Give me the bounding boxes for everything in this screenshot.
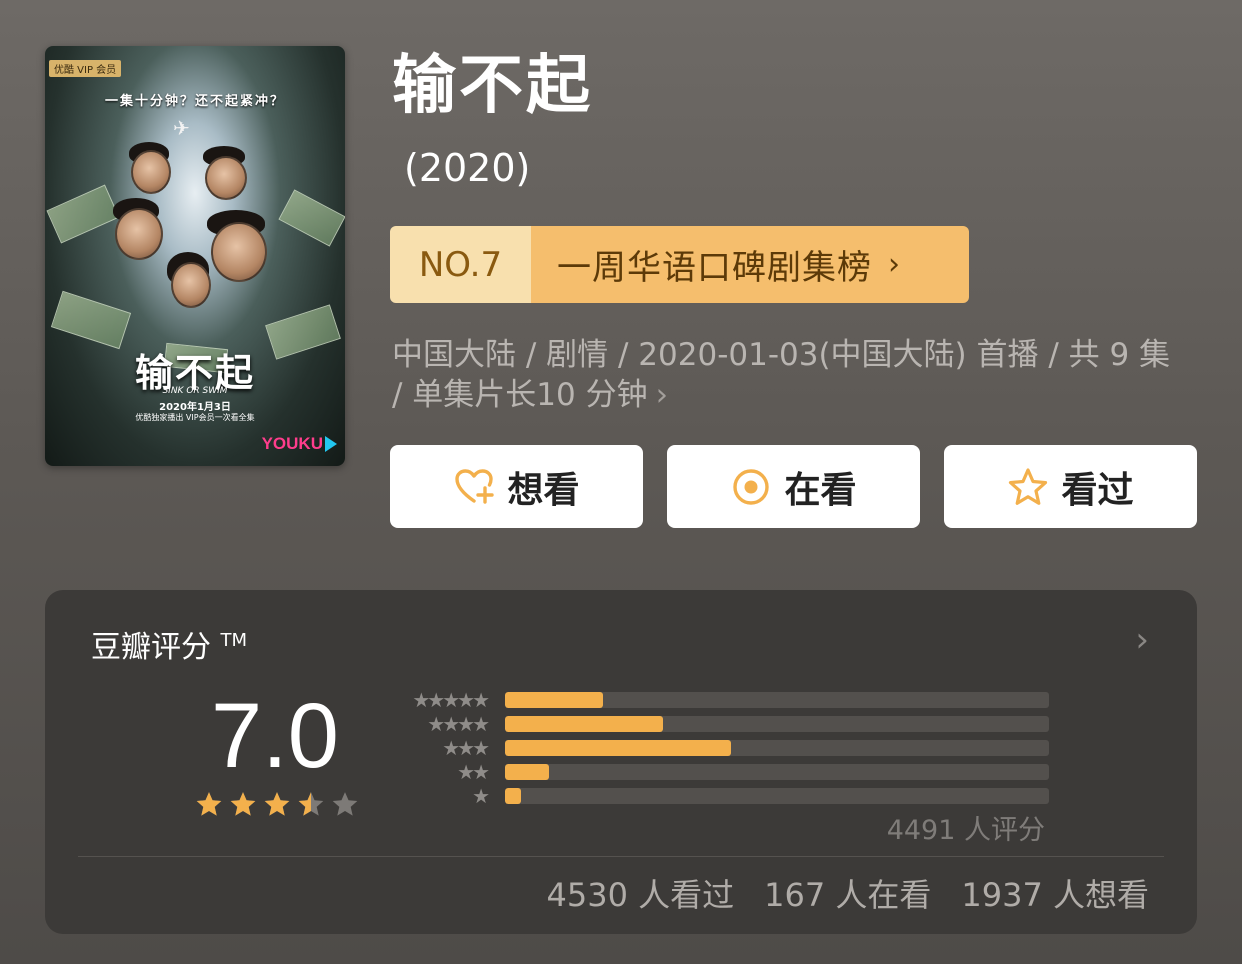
watched-label: 看过 [1061,469,1134,511]
divider [78,856,1164,857]
rating-bar-track [505,764,1049,780]
watching-button[interactable]: 在看 [667,445,920,528]
two-star-icon: ★★ [457,760,490,784]
meta-info[interactable]: 中国大陆 / 剧情 / 2020-01-03(中国大陆) 首播 / 共 9 集 … [392,335,1182,415]
watched-count[interactable]: 4530 人看过 [546,870,734,916]
star-outline-icon [1007,466,1049,508]
watched-button[interactable]: 看过 [944,445,1197,528]
douban-rating-card[interactable]: 豆瓣评分 TM › 7.0 ★★★★★ ★★★★ ★★★ ★★ ★ 4491 人… [45,590,1197,934]
want-to-watch-label: 想看 [507,469,580,511]
page-title: 输不起 [392,49,593,123]
trademark-mark: TM [220,630,248,651]
money-decoration [50,290,132,350]
youku-logo: YOUKU [261,434,323,453]
four-star-icon: ★★★★ [427,712,490,736]
chevron-right-icon: › [888,247,901,282]
watching-label: 在看 [784,469,857,511]
rating-bar-fill [505,740,731,756]
wish-count[interactable]: 1937 人想看 [961,870,1149,916]
rating-bar-track [505,692,1049,708]
poster-subtitle-art: SINK OR SWIM [162,386,228,396]
rating-count: 4491 人评分 [886,815,1045,846]
rating-bar-fill [505,716,663,732]
release-year: (2020) [404,146,531,190]
character-face [211,222,267,282]
youku-arrow-icon [325,436,337,452]
star-filled-icon [196,792,222,816]
rating-distribution: ★★★★★ ★★★★ ★★★ ★★ ★ [383,688,1049,808]
score-stars [194,790,360,820]
want-to-watch-button[interactable]: 想看 [390,445,643,528]
rank-label: 一周华语口碑剧集榜 [557,248,872,288]
plane-icon: ✈ [173,116,190,140]
rating-bar-fill [505,788,522,804]
five-star-icon: ★★★★★ [412,688,490,712]
heart-plus-icon [453,466,495,508]
rating-title: 豆瓣评分 TM [91,622,247,666]
rating-bar-fill [505,764,549,780]
rating-bar-track [505,788,1049,804]
chevron-right-icon: › [655,377,669,413]
rating-bar-row-3: ★★★ [383,736,1049,760]
poster-date: 2020年1月3日 [159,402,231,413]
character-face [131,150,171,194]
action-buttons: 想看 在看 看过 [390,445,1197,528]
character-face [171,262,211,308]
character-face [205,156,247,200]
rating-bar-track [505,716,1049,732]
target-circle-icon [730,466,772,508]
rating-bar-track [505,740,1049,756]
star-filled-icon [230,792,256,816]
chevron-right-icon[interactable]: › [1135,620,1149,660]
rating-bar-row-5: ★★★★★ [383,688,1049,712]
three-star-icon: ★★★ [442,736,490,760]
rank-number: NO.7 [390,226,531,303]
star-empty-icon [332,792,358,816]
character-face [115,208,163,260]
star-half-icon [298,792,324,816]
rating-bar-fill [505,692,603,708]
rating-title-text: 豆瓣评分 [91,630,211,665]
rank-label-area: 一周华语口碑剧集榜 › [531,226,969,303]
rating-bar-row-4: ★★★★ [383,712,1049,736]
ranking-banner[interactable]: NO.7 一周华语口碑剧集榜 › [390,226,969,303]
meta-text: 中国大陆 / 剧情 / 2020-01-03(中国大陆) 首播 / 共 9 集 … [392,337,1171,413]
watching-count[interactable]: 167 人在看 [764,870,931,916]
poster-slogan: 一集十分钟？还不起紧冲？ [104,94,285,109]
money-decoration [278,189,345,247]
rating-bar-row-1: ★ [383,784,1049,808]
star-filled-icon [264,792,290,816]
rating-bar-row-2: ★★ [383,760,1049,784]
money-decoration [46,184,120,244]
one-star-icon: ★ [472,784,490,808]
vip-tag: 优酷 VIP 会员 [49,60,122,77]
poster-exclusive: 优酷独家播出 VIP会员一次看全集 [135,413,255,422]
rating-score: 7.0 [211,685,339,787]
poster-image[interactable]: 优酷 VIP 会员 一集十分钟？还不起紧冲？ ✈ 输不起 SINK OR SWI… [45,46,345,466]
viewer-stats: 4530 人看过 167 人在看 1937 人想看 [546,870,1149,916]
